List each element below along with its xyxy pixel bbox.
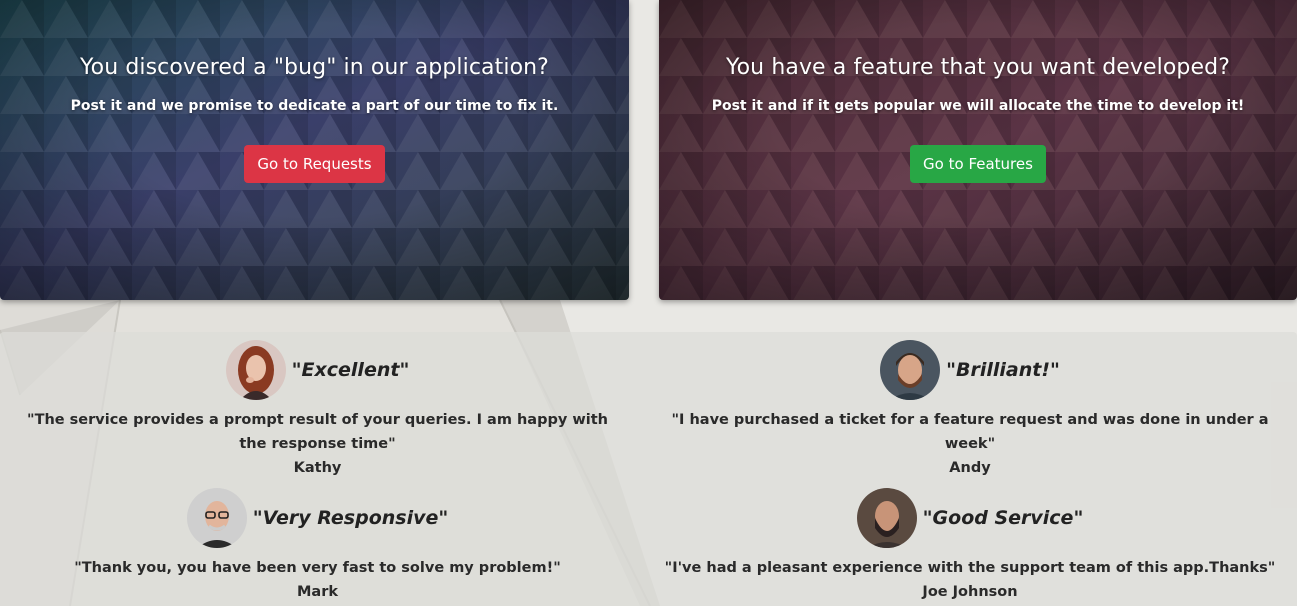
card-subtitle: Post it and if it gets popular we will a…	[711, 98, 1245, 114]
testimonial-title: "Very Responsive"	[252, 507, 449, 529]
avatar-man-glasses-bald-icon	[186, 488, 247, 548]
card-subtitle: Post it and we promise to dedicate a par…	[70, 98, 559, 114]
testimonial-item: "Good Service" "I've had a pleasant expe…	[660, 488, 1280, 604]
card-title: You discovered a "bug" in our applicatio…	[80, 55, 549, 80]
testimonial-quote: "I've had a pleasant experience with the…	[664, 560, 1276, 576]
card-title: You have a feature that you want develop…	[726, 55, 1230, 80]
avatar-man-dark-beard-icon	[856, 488, 917, 548]
testimonial-title: "Good Service"	[922, 507, 1084, 529]
testimonial-quote: "I have purchased a ticket for a feature…	[671, 412, 1269, 452]
avatar-man-beard-icon	[880, 340, 941, 400]
testimonial-quote: "The service provides a prompt result of…	[27, 412, 608, 452]
testimonial-quote: "Thank you, you have been very fast to s…	[74, 560, 561, 576]
testimonial-author: Kathy	[293, 460, 342, 476]
testimonial-author: Andy	[949, 460, 991, 476]
testimonial-author: Mark	[296, 584, 338, 600]
avatar-woman-red-hair-icon	[225, 340, 286, 400]
testimonials-panel: "Excellent" "The service provides a prom…	[0, 332, 1297, 606]
bug-request-card: You discovered a "bug" in our applicatio…	[0, 0, 629, 300]
testimonial-title: "Excellent"	[291, 359, 410, 381]
testimonial-title: "Brilliant!"	[946, 359, 1060, 381]
feature-request-card: You have a feature that you want develop…	[659, 0, 1297, 300]
testimonial-author: Joe Johnson	[922, 584, 1018, 600]
go-to-features-button[interactable]: Go to Features	[910, 145, 1046, 183]
testimonial-item: "Brilliant!" "I have purchased a ticket …	[660, 340, 1280, 480]
testimonial-item: "Excellent" "The service provides a prom…	[20, 340, 615, 480]
go-to-requests-button[interactable]: Go to Requests	[244, 145, 385, 183]
testimonial-item: "Very Responsive" "Thank you, you have b…	[20, 488, 615, 604]
